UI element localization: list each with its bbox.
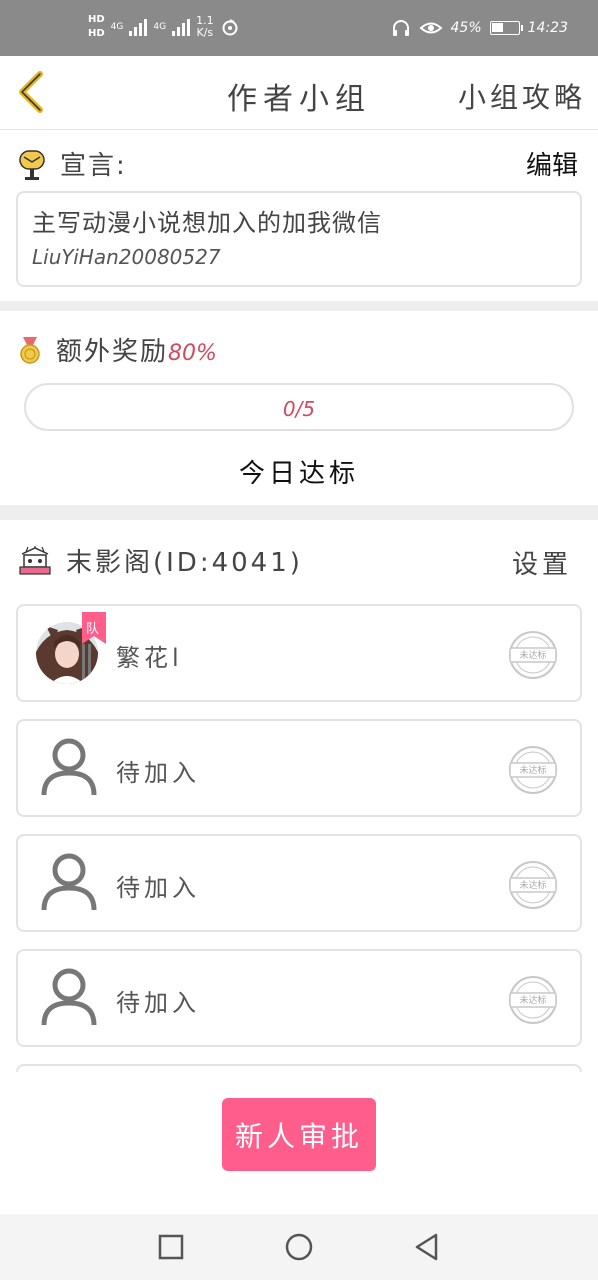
not-qualified-stamp-icon: 未达标 (509, 631, 557, 679)
sync-icon (222, 19, 238, 36)
manifesto-text: 主写动漫小说想加入的加我微信 (32, 209, 382, 237)
back-nav-icon[interactable] (412, 1232, 442, 1262)
signal-icon-1 (129, 18, 148, 36)
reward-header: 额外奖励80% (18, 331, 217, 368)
new-member-approval-button[interactable]: 新人审批 (222, 1098, 376, 1171)
battery-level (491, 23, 503, 32)
pavilion-icon (19, 545, 51, 575)
reward-section: 额外奖励80% 0/5 今日达标 (0, 311, 598, 505)
manifesto-wechat: LiuYiHan20080527 (32, 245, 221, 269)
mailbox-icon (19, 149, 45, 180)
member-row[interactable] (16, 1064, 582, 1072)
status-bar: HD HD 4G 4G 1.1 K/s 45% 14:23 (0, 0, 598, 56)
network-type-1: 4G (110, 22, 124, 32)
status-right: 45% 14:23 (391, 18, 568, 38)
home-icon[interactable] (284, 1232, 314, 1262)
section-divider (0, 301, 598, 311)
reward-percent: 80% (168, 341, 217, 366)
not-qualified-stamp-icon: 未达标 (509, 976, 557, 1024)
hd-label-2: HD (88, 28, 105, 39)
group-guide-link[interactable]: 小组攻略 (458, 76, 586, 116)
reward-label: 额外奖励 (56, 337, 169, 367)
person-placeholder-icon (41, 968, 97, 1026)
section-divider-2 (0, 505, 598, 520)
manifesto-box[interactable]: 主写动漫小说想加入的加我微信 LiuYiHan20080527 (16, 191, 582, 287)
network-speed: 1.1 K/s (196, 15, 214, 39)
group-header: 末影阁(ID:4041) (18, 542, 303, 579)
network-type-2: 4G (153, 22, 167, 32)
member-row[interactable]: 待加入 未达标 (16, 834, 582, 932)
member-name: 待加入 (116, 874, 200, 902)
reward-label-wrap: 额外奖励80% (56, 331, 217, 368)
progress-text: 0/5 (282, 397, 316, 421)
progress-bar: 0/5 (24, 383, 574, 431)
person-placeholder-icon (41, 853, 97, 911)
hd-indicator: HD HD (88, 14, 105, 40)
clock: 14:23 (527, 20, 568, 36)
stamp-text: 未达标 (519, 879, 546, 891)
member-name: 待加入 (116, 759, 200, 787)
member-row[interactable]: 待加入 未达标 (16, 719, 582, 817)
eye-icon (419, 22, 443, 34)
medal-icon (20, 336, 40, 364)
group-name: 末影阁(ID:4041) (66, 548, 303, 578)
speed-unit: K/s (196, 26, 214, 39)
member-name: 待加入 (116, 989, 200, 1017)
manifesto-label: 宣言: (60, 151, 127, 181)
headphones-icon (392, 20, 409, 36)
stamp-text: 未达标 (519, 649, 546, 661)
header: 作者小组 小组攻略 (0, 56, 598, 130)
edit-button[interactable]: 编辑 (526, 145, 578, 182)
battery-icon (489, 21, 523, 35)
manifesto-header: 宣言: (18, 145, 127, 182)
today-status: 今日达标 (238, 459, 359, 489)
battery-percent: 45% (450, 20, 482, 36)
stamp-text: 未达标 (519, 764, 546, 776)
system-nav-bar (0, 1214, 598, 1280)
person-placeholder-icon (41, 738, 97, 796)
member-row[interactable]: 待加入 未达标 (16, 949, 582, 1047)
not-qualified-stamp-icon: 未达标 (509, 746, 557, 794)
signal-icon-2 (172, 18, 191, 36)
status-left: HD HD 4G 4G 1.1 K/s (88, 14, 240, 40)
team-badge-label: 队 (86, 622, 100, 637)
manifesto-section: 宣言: 编辑 主写动漫小说想加入的加我微信 LiuYiHan20080527 (0, 131, 598, 301)
member-name: 繁花l (116, 644, 183, 672)
hd-label-1: HD (88, 14, 105, 25)
group-section: 末影阁(ID:4041) 设置 队 繁花l 未达标 待加入 未达标 待加入 未达… (0, 520, 598, 1072)
stamp-text: 未达标 (519, 994, 546, 1006)
not-qualified-stamp-icon: 未达标 (509, 861, 557, 909)
group-settings-button[interactable]: 设置 (512, 544, 572, 581)
recent-apps-icon[interactable] (156, 1232, 186, 1262)
member-row[interactable]: 队 繁花l 未达标 (16, 604, 582, 702)
